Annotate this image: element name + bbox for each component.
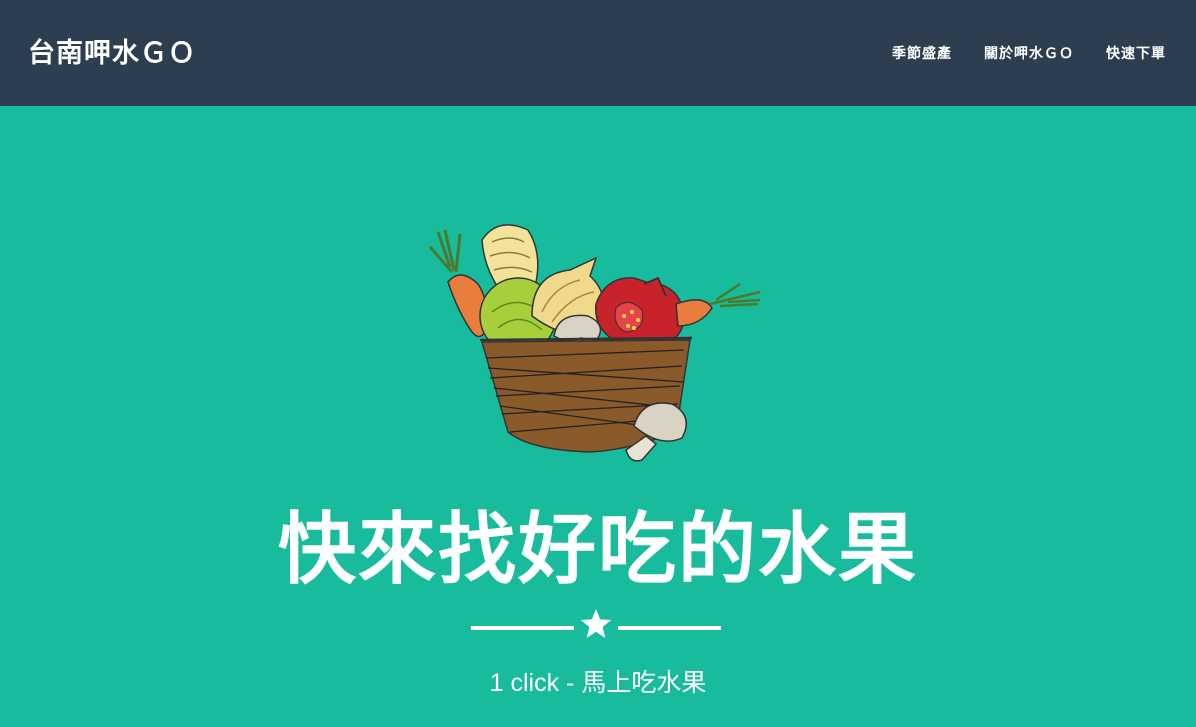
vegetable-basket-icon xyxy=(428,224,761,462)
navbar: 台南呷水ＧＯ 季節盛產 關於呷水ＧＯ 快速下單 xyxy=(0,0,1196,106)
nav-item-season: 季節盛產 xyxy=(892,43,952,63)
hero-headline: 快來找好吃的水果 xyxy=(277,505,918,595)
brand-link[interactable]: 台南呷水ＧＯ xyxy=(28,31,196,70)
nav-link-season[interactable]: 季節盛產 xyxy=(892,46,952,62)
star-icon xyxy=(580,609,612,638)
nav-link-about[interactable]: 關於呷水ＧＯ xyxy=(984,46,1074,62)
nav-item-about: 關於呷水ＧＯ xyxy=(984,43,1074,63)
star-divider xyxy=(471,608,721,646)
hero-subtitle: 1 click - 馬上吃水果 xyxy=(489,669,707,697)
divider-line-right xyxy=(618,626,721,630)
divider-line-left xyxy=(471,626,574,630)
nav-link-order[interactable]: 快速下單 xyxy=(1106,46,1166,62)
nav-menu: 季節盛產 關於呷水ＧＯ 快速下單 xyxy=(860,43,1166,63)
nav-item-order: 快速下單 xyxy=(1106,43,1166,63)
